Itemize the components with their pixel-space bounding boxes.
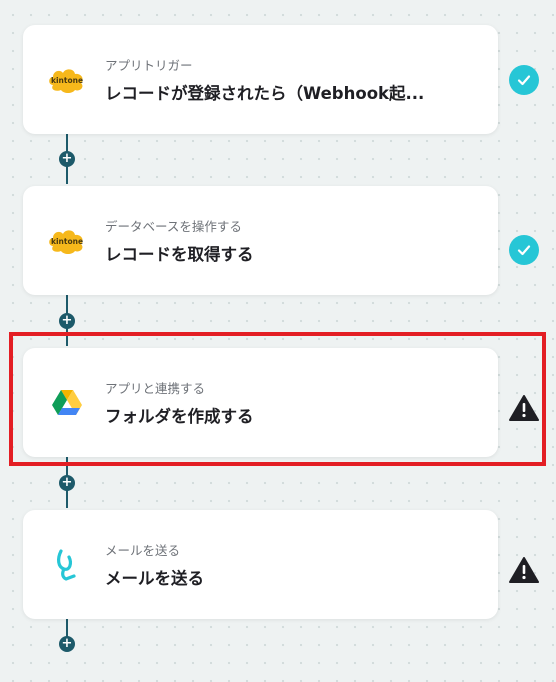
step-title: メールを送る — [105, 569, 204, 588]
add-step-button[interactable]: + — [59, 475, 75, 491]
step-title: レコードが登録されたら（Webhook起... — [105, 84, 425, 103]
mail-app-icon — [47, 548, 87, 582]
check-icon — [509, 65, 539, 95]
step-type-label: アプリトリガー — [105, 58, 193, 73]
warning-icon — [509, 556, 539, 586]
flow-step-card[interactable]: kintone データベースを操作する レコードを取得する — [23, 186, 498, 295]
kintone-logo-text: kintone — [50, 75, 84, 85]
kintone-logo: kintone — [47, 63, 87, 97]
step-type-label: メールを送る — [105, 543, 181, 558]
step-type-label: データベースを操作する — [105, 219, 242, 234]
add-step-button[interactable]: + — [59, 636, 75, 652]
flow-step-card[interactable]: kintone アプリトリガー レコードが登録されたら（Webhook起... — [23, 25, 498, 134]
add-step-button[interactable]: + — [59, 151, 75, 167]
flow-step-card[interactable]: メールを送る メールを送る — [23, 510, 498, 619]
kintone-logo-text: kintone — [50, 236, 84, 246]
check-icon — [509, 235, 539, 265]
add-step-button[interactable]: + — [59, 313, 75, 329]
kintone-logo: kintone — [47, 224, 87, 258]
step-title: レコードを取得する — [105, 245, 254, 264]
highlight-box — [9, 332, 546, 466]
